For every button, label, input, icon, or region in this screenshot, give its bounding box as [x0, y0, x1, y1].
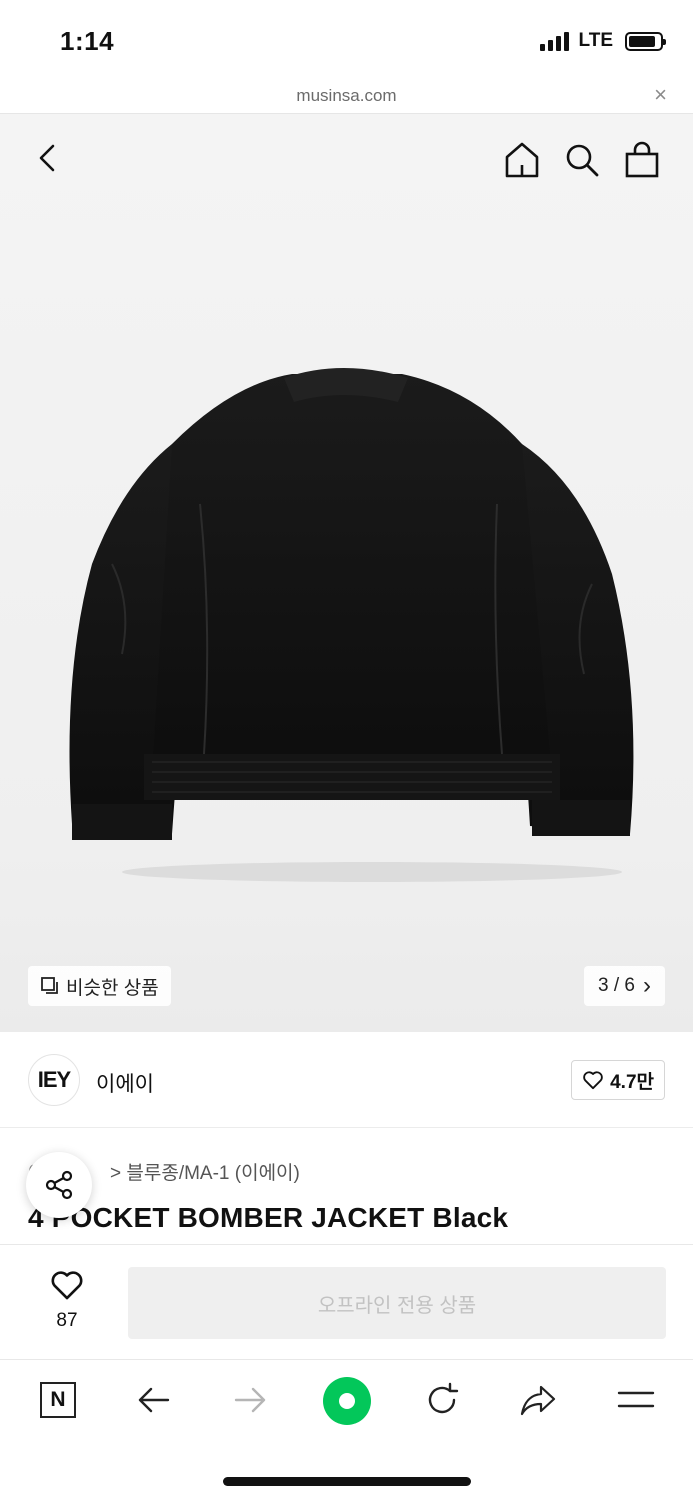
home-indicator — [223, 1477, 471, 1486]
brand-name[interactable]: 이에이 — [96, 1068, 154, 1098]
reload-icon — [428, 1382, 459, 1414]
menu-button[interactable] — [614, 1378, 658, 1422]
naver-n-icon: N — [40, 1382, 76, 1418]
signal-icon — [539, 31, 569, 51]
purchase-bar: 87 오프라인 전용 상품 — [0, 1244, 693, 1360]
product-gallery[interactable]: 비슷한 상품 3 / 6 › — [0, 114, 693, 1032]
similar-products-button[interactable]: 비슷한 상품 — [28, 966, 171, 1006]
product-title: 4 POCKET BOMBER JACKET Black — [28, 1202, 509, 1233]
close-icon[interactable]: × — [654, 82, 667, 108]
product-image[interactable] — [52, 364, 652, 884]
browser-share-button[interactable] — [516, 1378, 560, 1422]
brand-like-count: 4.7만 — [610, 1071, 654, 1093]
search-icon[interactable] — [562, 140, 602, 185]
product-like-button[interactable]: 87 — [44, 1269, 90, 1332]
browser-forward-button[interactable] — [228, 1378, 272, 1422]
status-indicators: LTE — [539, 30, 666, 52]
arrow-left-icon — [138, 1387, 170, 1413]
brand-logo[interactable]: IEY — [28, 1054, 80, 1106]
breadcrumb[interactable]: > 블루종/MA-1 (이에이) — [110, 1158, 300, 1185]
image-counter-text: 3 / 6 — [598, 975, 635, 996]
browser-toolbar: N — [0, 1360, 693, 1448]
share-arrow-icon — [520, 1385, 556, 1416]
status-bar: 1:14 LTE — [0, 0, 693, 80]
green-circle-icon — [323, 1377, 371, 1425]
similar-products-label: 비슷한 상품 — [66, 977, 159, 999]
browser-back-button[interactable] — [132, 1378, 176, 1422]
battery-icon — [625, 31, 666, 51]
product-like-count: 87 — [56, 1310, 78, 1331]
offline-only-button[interactable]: 오프라인 전용 상품 — [128, 1267, 666, 1339]
copy-icon — [41, 977, 58, 994]
brand-row: IEY 이에이 4.7만 — [0, 1032, 693, 1128]
reload-button[interactable] — [420, 1378, 464, 1422]
heart-icon — [583, 1071, 603, 1090]
share-icon — [45, 1170, 73, 1200]
url-bar[interactable]: musinsa.com × — [0, 80, 693, 114]
heart-icon — [51, 1271, 83, 1300]
url-text[interactable]: musinsa.com — [0, 86, 693, 106]
menu-icon — [617, 1391, 655, 1408]
naver-home-button[interactable]: N — [36, 1378, 80, 1422]
image-counter[interactable]: 3 / 6 › — [584, 966, 665, 1006]
network-label: LTE — [578, 30, 613, 51]
brand-like-button[interactable]: 4.7만 — [571, 1060, 665, 1100]
green-dot-button[interactable] — [322, 1376, 372, 1426]
shopping-bag-icon[interactable] — [622, 140, 662, 185]
home-icon[interactable] — [502, 140, 542, 185]
arrow-right-icon — [234, 1387, 266, 1413]
share-button[interactable] — [26, 1152, 92, 1218]
status-time: 1:14 — [60, 26, 115, 56]
chevron-right-icon: › — [643, 972, 651, 999]
back-icon[interactable] — [30, 140, 66, 181]
